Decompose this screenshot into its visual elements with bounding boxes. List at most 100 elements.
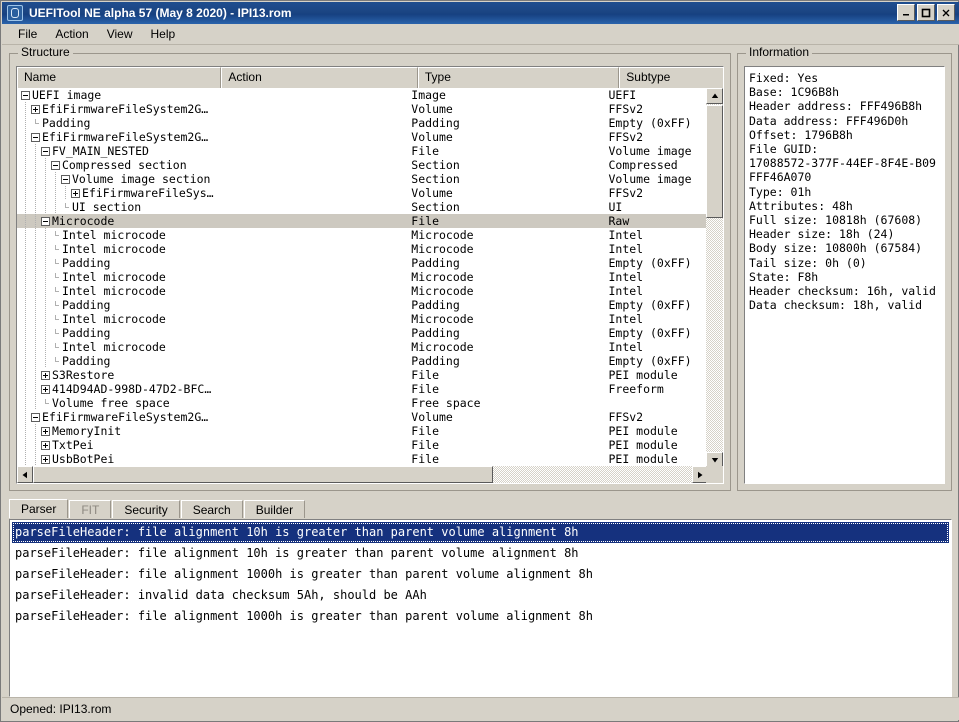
expand-icon[interactable] [41, 384, 50, 394]
tree-row[interactable]: Compressed section Section Compressed [17, 158, 708, 172]
expand-icon[interactable] [71, 188, 80, 198]
expand-icon[interactable] [31, 104, 40, 114]
tree-row[interactable]: UI section Section UI [17, 200, 708, 214]
tree-row[interactable]: Microcode File Raw [17, 214, 708, 228]
expand-icon[interactable] [41, 440, 50, 450]
tree-row[interactable]: EfiFirmwareFileSys… Volume FFSv2 [17, 186, 708, 200]
expand-icon[interactable] [41, 454, 50, 464]
tree-guide-line [25, 242, 26, 256]
collapse-icon[interactable] [41, 216, 50, 226]
tab-search[interactable]: Search [180, 500, 243, 519]
tab-parser[interactable]: Parser [9, 499, 69, 519]
tree-guide-line [35, 270, 36, 284]
tree-row[interactable]: Padding Padding Empty (0xFF) [17, 326, 708, 340]
tree-cell-subtype: FFSv2 [608, 186, 644, 200]
tree-row[interactable]: Padding Padding Empty (0xFF) [17, 354, 708, 368]
tree-cell-type: Microcode [411, 228, 474, 242]
tab-builder[interactable]: Builder [243, 500, 306, 519]
tree-horizontal-scrollbar[interactable] [17, 466, 708, 483]
structure-tree[interactable]: Name Action Type Subtype UEFI image Image… [15, 65, 725, 485]
tree-row[interactable]: Intel microcode Microcode Intel [17, 228, 708, 242]
column-header-type[interactable]: Type [417, 67, 620, 88]
menu-item-file[interactable]: File [9, 25, 46, 43]
collapse-icon[interactable] [31, 132, 40, 142]
title-bar[interactable]: UEFITool NE alpha 57 (May 8 2020) - IPI1… [2, 2, 959, 24]
tree-cell-type: File [411, 368, 439, 382]
close-button[interactable] [937, 4, 955, 21]
tree-guide-line [25, 270, 26, 284]
tree-row[interactable]: EfiFirmwareFileSystem2G… Volume FFSv2 [17, 130, 708, 144]
tree-row[interactable]: Intel microcode Microcode Intel [17, 270, 708, 284]
collapse-icon[interactable] [21, 90, 30, 100]
tree-row[interactable]: 414D94AD-998D-47D2-BFC… File Freeform [17, 382, 708, 396]
tree-row[interactable]: EfiFirmwareFileSystem2G… Volume FFSv2 [17, 102, 708, 116]
tree-guide-line [35, 214, 36, 228]
tree-cell-type: Volume [411, 130, 453, 144]
tree-cell-name: MemoryInit [17, 424, 217, 438]
expand-icon[interactable] [41, 370, 50, 380]
minimize-button[interactable] [897, 4, 915, 21]
tree-vertical-scrollbar[interactable] [706, 88, 723, 468]
tree-scroll-left-button[interactable] [17, 466, 33, 483]
tree-row[interactable]: Intel microcode Microcode Intel [17, 312, 708, 326]
tree-row[interactable]: EfiFirmwareFileSystem2G… Volume FFSv2 [17, 410, 708, 424]
tree-cell-name: Padding [17, 354, 217, 368]
maximize-button[interactable] [917, 4, 935, 21]
tab-security[interactable]: Security [112, 500, 180, 519]
column-header-subtype[interactable]: Subtype [619, 67, 723, 88]
information-panel[interactable]: Fixed: Yes Base: 1C96B8h Header address:… [743, 65, 946, 485]
tree-guide-line [45, 326, 46, 340]
column-header-name[interactable]: Name [17, 67, 222, 88]
collapse-icon[interactable] [61, 174, 70, 184]
tab-fit[interactable]: FIT [69, 500, 112, 519]
tree-leaf-connector-icon [51, 300, 60, 310]
tree-cell-name: Padding [17, 256, 217, 270]
menu-item-help[interactable]: Help [142, 25, 185, 43]
tree-cell-subtype: Intel [608, 242, 644, 256]
collapse-icon[interactable] [31, 412, 40, 422]
collapse-icon[interactable] [41, 146, 50, 156]
parser-messages-panel[interactable]: parseFileHeader: file alignment 10h is g… [8, 518, 953, 698]
tree-row[interactable]: Volume image section Section Volume image [17, 172, 708, 186]
tree-cell-type: File [411, 438, 439, 452]
expand-icon[interactable] [41, 426, 50, 436]
tree-cell-action [217, 284, 409, 298]
tree-cell-type: Volume [411, 410, 453, 424]
parser-message-line[interactable]: parseFileHeader: file alignment 10h is g… [12, 543, 949, 564]
parser-message-line[interactable]: parseFileHeader: file alignment 1000h is… [12, 606, 949, 627]
tree-row[interactable]: Intel microcode Microcode Intel [17, 340, 708, 354]
tree-row[interactable]: MemoryInit File PEI module [17, 424, 708, 438]
collapse-icon[interactable] [51, 160, 60, 170]
column-header-action[interactable]: Action [221, 67, 418, 88]
tree-scroll-up-button[interactable] [706, 88, 723, 104]
tree-cell-name: Volume image section [17, 172, 217, 186]
parser-message-line[interactable]: parseFileHeader: file alignment 10h is g… [12, 522, 949, 543]
tree-cell-type: Volume [411, 102, 453, 116]
structure-group-box: Structure Name Action Type Subtype UEFI … [9, 46, 731, 491]
tree-row[interactable]: Intel microcode Microcode Intel [17, 284, 708, 298]
tree-hscroll-thumb[interactable] [33, 466, 493, 483]
tree-guide-line [45, 354, 46, 368]
tree-cell-action [217, 340, 409, 354]
tree-cell-subtype: PEI module [608, 368, 678, 382]
tree-row[interactable]: Padding Padding Empty (0xFF) [17, 116, 708, 130]
tree-guide-line [35, 354, 36, 368]
tree-row[interactable]: Padding Padding Empty (0xFF) [17, 256, 708, 270]
window-controls [897, 4, 955, 21]
menu-item-action[interactable]: Action [46, 25, 97, 43]
tree-row[interactable]: S3Restore File PEI module [17, 368, 708, 382]
tree-item-label: MemoryInit [52, 424, 122, 438]
tree-row[interactable]: UEFI image Image UEFI [17, 88, 708, 102]
parser-message-line[interactable]: parseFileHeader: invalid data checksum 5… [12, 585, 949, 606]
tree-row[interactable]: FV_MAIN_NESTED File Volume image [17, 144, 708, 158]
tree-guide-line [25, 144, 26, 158]
parser-message-line[interactable]: parseFileHeader: file alignment 1000h is… [12, 564, 949, 585]
tree-row[interactable]: Padding Padding Empty (0xFF) [17, 298, 708, 312]
tree-row[interactable]: Intel microcode Microcode Intel [17, 242, 708, 256]
tree-row[interactable]: Volume free space Free space [17, 396, 708, 410]
menu-item-view[interactable]: View [98, 25, 142, 43]
tree-row[interactable]: UsbBotPei File PEI module [17, 452, 708, 466]
tree-row[interactable]: TxtPei File PEI module [17, 438, 708, 452]
tree-vscroll-thumb[interactable] [706, 105, 723, 218]
tree-guide-line [25, 424, 26, 438]
